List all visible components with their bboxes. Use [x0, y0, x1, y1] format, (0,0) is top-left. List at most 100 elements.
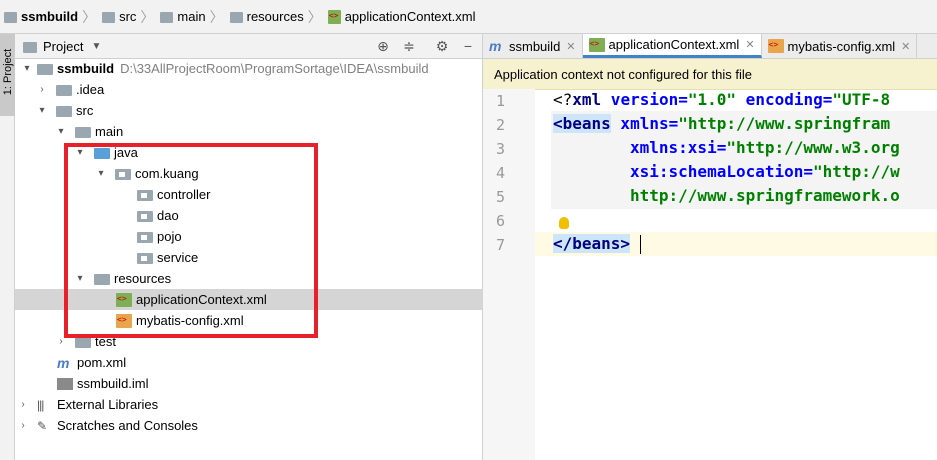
breadcrumb-item-resources[interactable]: resources 〉: [229, 0, 328, 34]
collapse-arrow-icon[interactable]: ›: [36, 84, 48, 95]
tab-ssmbuild[interactable]: m ssmbuild ✕: [483, 34, 583, 58]
breadcrumb-label: main: [177, 9, 206, 24]
left-tool-strip: 1: Project: [0, 34, 15, 460]
tree-item-main[interactable]: ▾ main: [15, 121, 523, 142]
code-token: version=: [601, 90, 688, 109]
breadcrumb-label: ssmbuild: [21, 9, 79, 24]
breadcrumb-item-src[interactable]: src 〉: [102, 0, 160, 34]
tree-item-label: src: [76, 103, 94, 118]
project-view-icon: [23, 42, 37, 53]
expand-arrow-icon[interactable]: ▾: [21, 63, 33, 74]
tree-item-src[interactable]: ▾ src: [15, 100, 504, 121]
tree-item-scratches[interactable]: › ✎ Scratches and Consoles: [15, 415, 485, 436]
folder-icon: [75, 337, 91, 348]
module-file-icon: [57, 377, 73, 390]
banner-text: Application context not configured for t…: [494, 66, 752, 82]
collapse-arrow-icon[interactable]: ›: [17, 399, 29, 410]
close-icon[interactable]: ✕: [745, 38, 754, 51]
line-number: 6: [495, 212, 505, 230]
expand-arrow-icon[interactable]: ▾: [36, 105, 48, 116]
tree-item-idea[interactable]: › .idea: [15, 79, 504, 100]
code-line-4[interactable]: xsi:schemaLocation="http://w: [630, 162, 900, 181]
code-line-1[interactable]: <?xml version="1.0" encoding="UTF-8: [553, 90, 890, 109]
tree-item-pom-xml[interactable]: m pom.xml: [15, 352, 525, 373]
code-token: xsi:schemaLocation=: [630, 162, 814, 181]
tab-mybatis-config-xml[interactable]: mybatis-config.xml ✕: [762, 34, 918, 58]
tree-item-label: ssmbuild: [57, 61, 115, 76]
folder-icon: [56, 106, 72, 117]
expand-arrow-icon[interactable]: ▾: [55, 126, 67, 137]
code-token: xmlns=: [610, 114, 679, 133]
project-tool-tab-label: 1: Project: [2, 48, 14, 96]
tree-item-label: External Libraries: [57, 397, 159, 412]
line-number: 1: [495, 92, 505, 110]
close-icon[interactable]: ✕: [566, 40, 575, 53]
folder-icon: [160, 12, 174, 23]
line-number: 5: [495, 188, 505, 206]
gear-icon[interactable]: ⚙: [434, 38, 450, 54]
line-number: 3: [495, 140, 505, 158]
scratches-icon: ✎: [37, 418, 47, 433]
tab-label: applicationContext.xml: [608, 37, 740, 52]
tree-item-external-libraries[interactable]: › ||| External Libraries: [15, 394, 485, 415]
code-token: xmlns:xsi=: [630, 138, 727, 157]
lightbulb-icon[interactable]: [559, 217, 569, 229]
tree-item-label: .idea: [76, 82, 105, 97]
tree-item-label: pom.xml: [77, 355, 127, 370]
spring-xml-icon: [327, 9, 341, 24]
locate-icon[interactable]: ⊕: [375, 38, 391, 54]
folder-icon: [75, 127, 91, 138]
project-panel-header: Project ▼ ⊕ ≑ ⚙ −: [15, 34, 482, 59]
breadcrumb-item-file[interactable]: applicationContext.xml: [327, 0, 476, 34]
code-token: xml: [572, 90, 602, 109]
project-panel-title[interactable]: Project: [43, 39, 83, 54]
code-line-5[interactable]: http://www.springframework.o: [630, 186, 900, 205]
chevron-right-icon: 〉: [307, 8, 322, 25]
chevron-right-icon: 〉: [209, 8, 224, 25]
breadcrumb-item-project[interactable]: ssmbuild 〉: [4, 0, 102, 34]
tree-item-ssmbuild-iml[interactable]: ssmbuild.iml: [15, 373, 525, 394]
folder-icon: [102, 12, 116, 23]
chevron-right-icon: 〉: [82, 8, 97, 25]
code-line-7[interactable]: </beans>: [553, 234, 631, 253]
tab-applicationcontext-xml[interactable]: applicationContext.xml ✕: [582, 34, 762, 58]
context-warning-banner: Application context not configured for t…: [483, 59, 937, 90]
chevron-down-icon[interactable]: ▼: [91, 41, 101, 52]
tree-item-label: Scratches and Consoles: [57, 418, 198, 433]
library-icon: |||: [37, 397, 44, 412]
project-tool-tab[interactable]: 1: Project: [0, 34, 15, 116]
close-icon[interactable]: ✕: [901, 40, 910, 53]
code-token: "1.0": [687, 90, 737, 109]
tree-item-ssmbuild[interactable]: ▾ ssmbuild D:\33AllProjectRoom\ProgramSo…: [15, 58, 489, 79]
tab-label: ssmbuild: [509, 38, 561, 54]
code-token: "http://www.springfram: [678, 114, 891, 133]
folder-icon: [56, 85, 72, 96]
tree-item-label: main: [95, 124, 124, 139]
breadcrumb-label: src: [119, 9, 137, 24]
collapse-arrow-icon[interactable]: ›: [17, 420, 29, 431]
code-token: "UTF-8: [832, 90, 891, 109]
module-folder-icon: [4, 12, 17, 23]
code-token: <beans: [553, 114, 611, 133]
editor-panel: m ssmbuild ✕ applicationContext.xml ✕ my…: [483, 34, 937, 460]
resources-folder-icon: [229, 12, 243, 23]
code-token: "http://w: [813, 162, 900, 181]
collapse-all-icon[interactable]: ≑: [401, 38, 417, 54]
text-caret: [640, 235, 641, 254]
breadcrumb-label: applicationContext.xml: [344, 9, 476, 24]
code-line-2[interactable]: <beans xmlns="http://www.springfram: [553, 114, 890, 133]
spring-xml-icon: [588, 37, 605, 52]
hide-icon[interactable]: −: [460, 38, 476, 54]
code-token: </beans>: [553, 234, 631, 253]
xml-file-icon: [767, 39, 784, 53]
tab-label: mybatis-config.xml: [787, 38, 896, 54]
breadcrumb-item-main[interactable]: main 〉: [160, 0, 229, 34]
breadcrumb-label: resources: [246, 9, 304, 24]
breadcrumb: ssmbuild 〉 src 〉 main 〉 resources 〉 appl…: [0, 0, 937, 34]
code-line-3[interactable]: xmlns:xsi="http://www.w3.org: [630, 138, 900, 157]
line-number: 4: [495, 164, 505, 182]
maven-icon: m: [57, 354, 70, 371]
line-number: 2: [495, 116, 505, 134]
code-token: "http://www.w3.org: [726, 138, 900, 157]
code-token: <?: [553, 90, 573, 109]
